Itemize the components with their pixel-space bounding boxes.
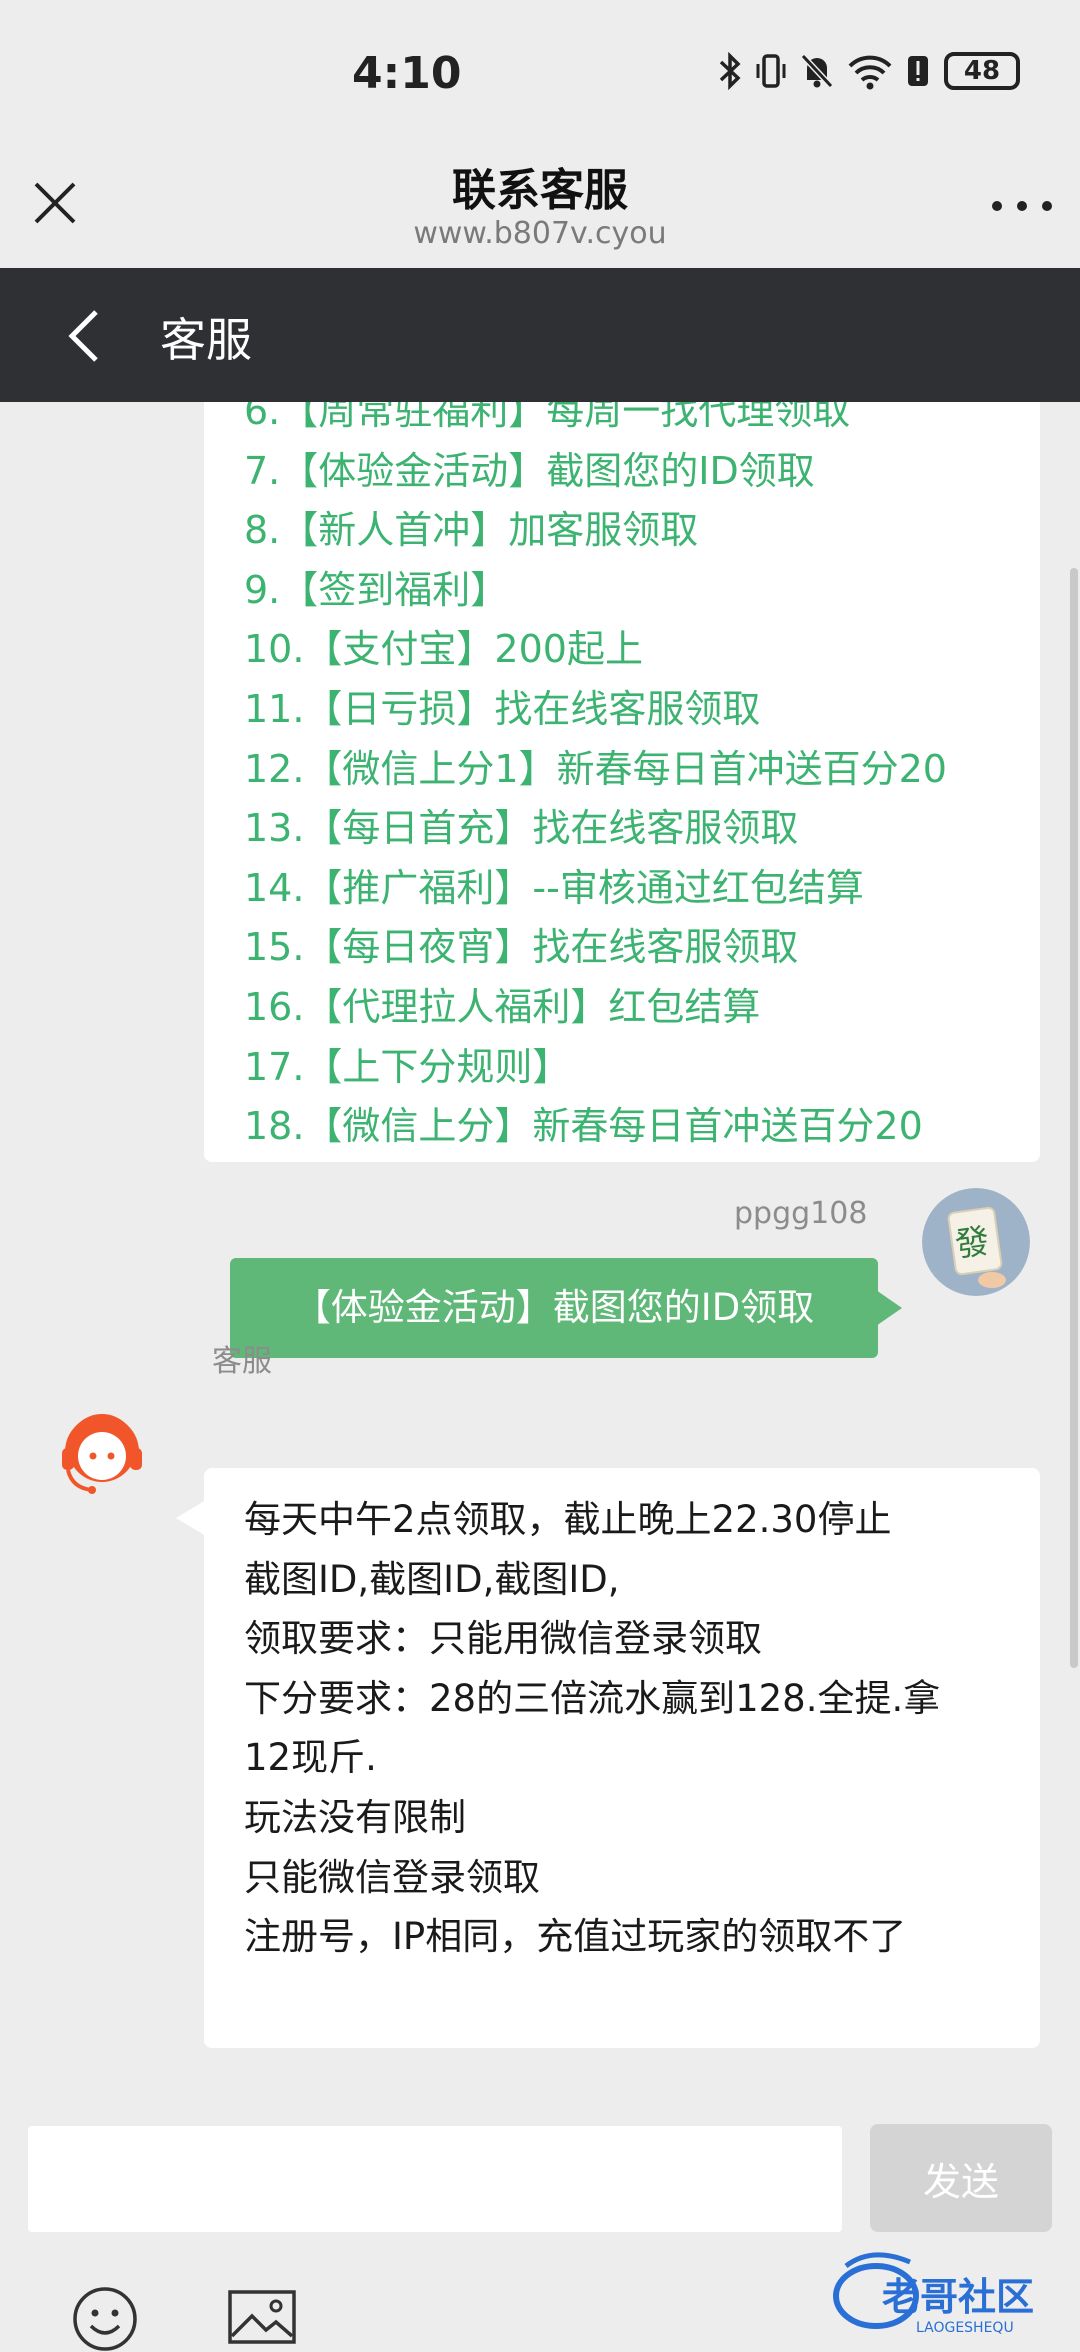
agent-message-bubble[interactable]: 每天中午2点领取，截止晚上22.30停止 截图ID,截图ID,截图ID, 领取要…: [204, 1468, 1040, 2048]
menu-item[interactable]: 10.【支付宝】200起上: [244, 620, 1040, 680]
emoji-icon[interactable]: [72, 2286, 138, 2352]
wifi-icon: [848, 55, 892, 90]
back-icon[interactable]: [60, 306, 110, 366]
input-bar: 发送 老哥社区 LAOGESHEQU: [0, 2120, 1080, 2351]
bubble-tail: [876, 1290, 902, 1326]
bubble-tail: [176, 1500, 206, 1536]
image-icon[interactable]: [228, 2290, 296, 2344]
avatar-glyph: 發: [953, 1221, 992, 1265]
more-icon[interactable]: [992, 196, 1052, 216]
message-line: 只能微信登录领取: [244, 1855, 540, 1899]
message-line: 玩法没有限制: [244, 1795, 466, 1839]
menu-item[interactable]: 13.【每日首充】找在线客服领取: [244, 799, 1040, 859]
send-button[interactable]: 发送: [870, 2124, 1052, 2232]
watermark-subtext: LAOGESHEQU: [916, 2320, 1014, 2336]
message-line: 12现斤.: [244, 1736, 377, 1780]
menu-message-bubble: 6.【周常驻福利】每周一找代理领取 7.【体验金活动】截图您的ID领取 8.【新…: [204, 402, 1040, 1162]
menu-item[interactable]: 15.【每日夜宵】找在线客服领取: [244, 918, 1040, 978]
menu-item[interactable]: 17.【上下分规则】: [244, 1038, 1040, 1098]
menu-item[interactable]: 8.【新人首冲】加客服领取: [244, 501, 1040, 561]
page-title: 客服: [160, 313, 252, 367]
message-line: 领取要求：只能用微信登录领取: [244, 1617, 762, 1661]
menu-item[interactable]: 16.【代理拉人福利】红包结算: [244, 978, 1040, 1038]
menu-item[interactable]: 6.【周常驻福利】每周一找代理领取: [244, 402, 1040, 442]
watermark-logo: 老哥社区 LAOGESHEQU: [833, 2252, 1034, 2336]
status-bar: 4:10 48: [0, 0, 1080, 150]
bluetooth-icon: [719, 52, 741, 90]
user-avatar[interactable]: 發: [922, 1188, 1030, 1296]
agent-avatar[interactable]: [48, 1400, 156, 1508]
status-icons: 48: [718, 52, 1020, 90]
message-line: 下分要求：28的三倍流水赢到128.全提.拿: [244, 1676, 941, 1720]
menu-item[interactable]: 7.【体验金活动】截图您的ID领取: [244, 442, 1040, 502]
agent-name: 客服: [212, 1344, 272, 1379]
menu-item[interactable]: 12.【微信上分1】新春每日首冲送百分20: [244, 740, 1040, 800]
message-line: 每天中午2点领取，截止晚上22.30停止: [244, 1498, 892, 1541]
webview-title: 联系客服: [452, 165, 628, 216]
menu-item[interactable]: 9.【签到福利】: [244, 561, 1040, 621]
watermark-text: 老哥社区: [882, 2275, 1034, 2319]
webview-header: 联系客服 www.b807v.cyou: [0, 150, 1080, 268]
user-message-bubble[interactable]: 【体验金活动】截图您的ID领取: [230, 1258, 878, 1358]
vibrate-icon: [756, 54, 786, 88]
message-line: 截图ID,截图ID,截图ID,: [244, 1557, 620, 1601]
app-bar: 客服: [0, 268, 1080, 402]
menu-item[interactable]: 14.【推广福利】--审核通过红包结算: [244, 859, 1040, 919]
chat-scrollbar[interactable]: [1070, 568, 1078, 1668]
message-input[interactable]: [28, 2126, 842, 2232]
message-line: 注册号，IP相同，充值过玩家的领取不了: [244, 1915, 907, 1959]
mute-icon: [800, 53, 834, 89]
menu-item[interactable]: 11.【日亏损】找在线客服领取: [244, 680, 1040, 740]
alert-icon: [908, 56, 928, 86]
user-name: ppgg108: [734, 1196, 868, 1231]
status-time: 4:10: [352, 48, 462, 99]
chat-area[interactable]: 6.【周常驻福利】每周一找代理领取 7.【体验金活动】截图您的ID领取 8.【新…: [0, 402, 1080, 2120]
battery-indicator: 48: [944, 52, 1020, 90]
menu-item[interactable]: 18.【微信上分】新春每日首冲送百分20: [244, 1097, 1040, 1157]
webview-url: www.b807v.cyou: [413, 216, 667, 251]
